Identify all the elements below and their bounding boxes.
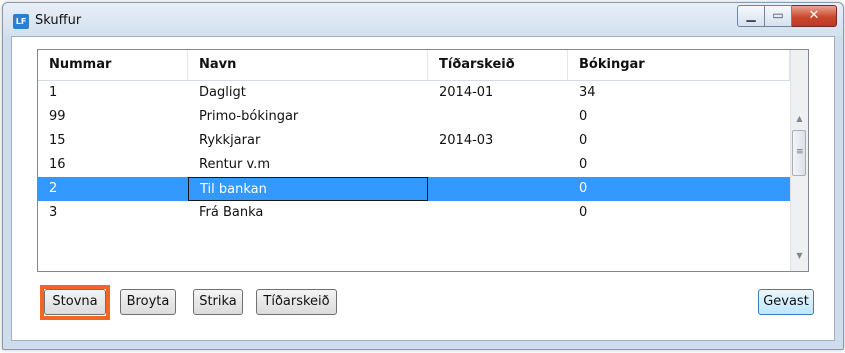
table-row-selected[interactable]: 2 Til bankan 0 — [38, 177, 790, 201]
cell-nummar: 16 — [49, 157, 66, 172]
cell-navn: Dagligt — [199, 85, 246, 100]
scroll-down-icon[interactable]: ▼ — [791, 247, 808, 264]
cell-bokingar: 0 — [579, 109, 588, 124]
vertical-scrollbar[interactable]: ▲ ≡ ▼ — [790, 50, 808, 271]
scroll-up-icon[interactable]: ▲ — [791, 110, 808, 127]
tidarskeid-button[interactable]: Tíðarskeið — [256, 289, 337, 315]
cell-tidarskeid — [428, 153, 568, 177]
window-title: Skuffur — [35, 13, 82, 28]
title-bar[interactable]: LF Skuffur ▁ ▭ ✕ — [3, 3, 843, 36]
cell-tidarskeid: 2014-03 — [439, 133, 494, 148]
table-row[interactable]: 1 Dagligt 2014-01 34 — [38, 81, 790, 105]
maximize-icon: ▭ — [772, 8, 784, 22]
cell-nummar: 15 — [49, 133, 66, 148]
cell-tidarskeid — [428, 105, 568, 129]
column-header-tidarskeid[interactable]: Tíðarskeið — [428, 50, 568, 80]
cell-nummar: 2 — [49, 181, 58, 196]
close-button[interactable]: ✕ — [792, 5, 837, 27]
cell-bokingar: 0 — [579, 157, 588, 172]
cell-bokingar: 34 — [579, 85, 596, 100]
caption-buttons: ▁ ▭ ✕ — [737, 5, 837, 27]
skuffur-grid[interactable]: Nummar Navn Tíðarskeið Bókingar 1 Daglig… — [37, 49, 809, 272]
close-icon: ✕ — [808, 8, 820, 23]
column-header-navn[interactable]: Navn — [188, 50, 428, 80]
scrollbar-thumb[interactable]: ≡ — [792, 130, 806, 176]
table-row[interactable]: 3 Frá Banka 0 — [38, 201, 790, 225]
gevast-button[interactable]: Gevast — [758, 289, 814, 315]
broyta-button[interactable]: Broyta — [120, 289, 176, 315]
strika-button[interactable]: Strika — [193, 289, 243, 315]
table-row[interactable]: 99 Primo-bókingar 0 — [38, 105, 790, 129]
minimize-button[interactable]: ▁ — [737, 5, 765, 27]
cell-navn: Frá Banka — [199, 205, 264, 220]
cell-bokingar: 0 — [579, 181, 588, 196]
grid-header: Nummar Navn Tíðarskeið Bókingar — [38, 50, 790, 81]
cell-nummar: 1 — [49, 85, 58, 100]
column-header-nummar[interactable]: Nummar — [38, 50, 188, 80]
table-row[interactable]: 15 Rykkjarar 2014-03 0 — [38, 129, 790, 153]
cell-nummar: 3 — [49, 205, 58, 220]
cell-navn: Primo-bókingar — [199, 109, 299, 124]
minimize-icon: ▁ — [746, 8, 756, 22]
cell-tidarskeid — [428, 177, 568, 201]
stovna-button[interactable]: Stovna — [44, 289, 106, 315]
cell-navn: Rykkjarar — [199, 133, 261, 148]
cell-tidarskeid: 2014-01 — [439, 85, 494, 100]
app-icon: LF — [13, 14, 29, 29]
grip-icon: ≡ — [796, 147, 804, 157]
cell-bokingar: 0 — [579, 133, 588, 148]
cell-tidarskeid — [428, 201, 568, 225]
cell-bokingar: 0 — [579, 205, 588, 220]
cell-navn-focused[interactable]: Til bankan — [188, 177, 428, 201]
column-header-bokingar[interactable]: Bókingar — [568, 50, 790, 80]
table-row[interactable]: 16 Rentur v.m 0 — [38, 153, 790, 177]
cell-nummar: 99 — [49, 109, 66, 124]
cell-navn: Rentur v.m — [199, 157, 270, 172]
maximize-button[interactable]: ▭ — [765, 5, 792, 27]
